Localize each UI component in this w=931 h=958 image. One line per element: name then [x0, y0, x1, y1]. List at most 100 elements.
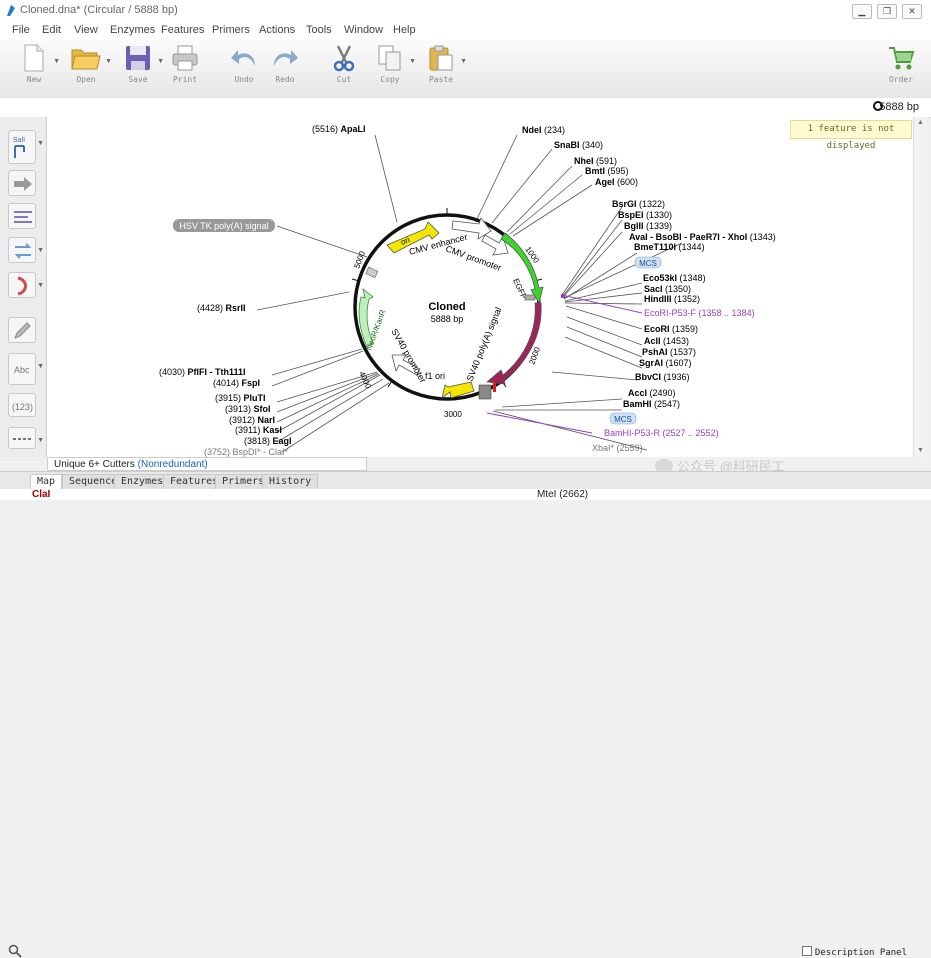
site-bamhi[interactable]: BamHI (2547) — [623, 399, 680, 409]
site-bspei[interactable]: BspEI (1330) — [618, 210, 672, 220]
site-xbai[interactable]: XbaI* (2559) — [592, 443, 643, 453]
tab-map[interactable]: Map — [30, 474, 63, 489]
site-bglii[interactable]: BglII (1339) — [624, 221, 672, 231]
bamhi-marker[interactable] — [493, 382, 496, 392]
menu-file[interactable]: File — [12, 24, 30, 36]
primer-ecori-p53-f[interactable]: EcoRI-P53-F (1358 .. 1384) — [644, 308, 755, 318]
chevron-down-icon[interactable]: ▼ — [37, 363, 44, 370]
maximize-button[interactable]: ❐ — [877, 4, 897, 19]
chevron-down-icon[interactable]: ▼ — [37, 282, 44, 289]
arrow-right-button[interactable] — [8, 170, 36, 196]
site-sfoi[interactable]: (3913) SfoI — [225, 404, 271, 414]
site-eagi[interactable]: (3818) EagI — [244, 436, 292, 446]
site-bmti[interactable]: BmtI (595) — [585, 166, 629, 176]
menu-edit[interactable]: Edit — [42, 24, 61, 36]
tab-history[interactable]: History — [262, 474, 319, 489]
site-avai-xhoi[interactable]: AvaI - BsoBI - PaeR7I - XhoI (1343) — [629, 232, 776, 242]
scroll-up-icon[interactable]: ▲ — [914, 117, 927, 129]
site-acci[interactable]: AccI (2490) — [628, 388, 676, 398]
site-nari[interactable]: (3912) NarI — [229, 415, 275, 425]
site-fspi[interactable]: (4014) FspI — [213, 378, 260, 388]
site-nhei[interactable]: NheI (591) — [574, 156, 617, 166]
hsv-tk-block[interactable] — [365, 266, 379, 279]
minimize-button[interactable]: ▁ — [852, 4, 872, 19]
tab-enzymes[interactable]: Enzymes — [114, 474, 171, 489]
hidden-feature-notice[interactable]: 1 feature is not displayed — [790, 120, 912, 151]
site-ndei[interactable]: NdeI (234) — [522, 125, 565, 135]
site-ecori[interactable]: EcoRI (1359) — [644, 324, 698, 334]
site-pflfi-tth111i[interactable]: (4030) PflFI - Tth111I — [159, 367, 246, 377]
undo-button[interactable]: Undo — [224, 44, 264, 94]
mcs-label-bottom: MCS — [614, 415, 632, 424]
menu-enzymes[interactable]: Enzymes — [110, 24, 155, 36]
chevron-down-icon[interactable]: ▼ — [157, 58, 164, 65]
menu-features[interactable]: Features — [161, 24, 204, 36]
menu-view[interactable]: View — [74, 24, 98, 36]
site-sgrai[interactable]: SgrAI (1607) — [639, 358, 692, 368]
ecori-primer-marker[interactable] — [561, 294, 565, 298]
menu-primers[interactable]: Primers — [212, 24, 250, 36]
plasmid-map[interactable]: 1000 2000 3000 4000 5000 ori CMV enhance… — [47, 117, 913, 457]
site-pshai[interactable]: PshAI (1537) — [642, 347, 696, 357]
menu-window[interactable]: Window — [344, 24, 383, 36]
site-rsrii[interactable]: (4428) RsrII — [197, 303, 246, 313]
enzyme-choose-button[interactable]: SalI ▼ — [8, 130, 44, 164]
copy-button[interactable]: Copy ▼ — [370, 44, 416, 94]
chevron-down-icon[interactable]: ▼ — [53, 58, 60, 65]
rotate-button[interactable]: ▼ — [8, 272, 44, 298]
plasmid-map-view[interactable]: 1000 2000 3000 4000 5000 ori CMV enhance… — [47, 117, 913, 457]
chevron-down-icon[interactable]: ▼ — [37, 437, 44, 444]
cut-button[interactable]: Cut — [324, 44, 364, 94]
close-button[interactable]: ✕ — [902, 4, 922, 19]
redo-button[interactable]: Redo — [265, 44, 305, 94]
ruler-button[interactable]: ▼ — [8, 427, 44, 449]
chevron-down-icon[interactable]: ▼ — [37, 247, 44, 254]
site-hindiii[interactable]: HindIII (1352) — [644, 294, 700, 304]
open-button[interactable]: Open ▼ — [66, 44, 112, 94]
site-agei[interactable]: AgeI (600) — [595, 177, 638, 187]
chevron-down-icon[interactable]: ▼ — [460, 58, 467, 65]
paste-button[interactable]: Paste ▼ — [421, 44, 467, 94]
site-bbvci[interactable]: BbvCI (1936) — [635, 372, 690, 382]
sv40-polya-block[interactable] — [478, 384, 492, 400]
align-lines-icon — [14, 211, 32, 223]
print-button[interactable]: Print — [165, 44, 205, 94]
dash-line-icon — [13, 438, 33, 440]
site-bmet110i[interactable]: BmeT110I (1344) — [634, 242, 705, 252]
description-panel-toggle[interactable]: Description Panel — [801, 946, 907, 958]
save-button[interactable]: Save ▼ — [118, 44, 164, 94]
mcs-region-block[interactable] — [524, 294, 536, 301]
chevron-down-icon[interactable]: ▼ — [105, 58, 112, 65]
new-button[interactable]: New ▼ — [14, 44, 60, 94]
site-bsrgi[interactable]: BsrGI (1322) — [612, 199, 665, 209]
scroll-down-icon[interactable]: ▼ — [914, 445, 927, 457]
align-button[interactable] — [8, 203, 36, 229]
enzyme-set-selector[interactable]: Unique 6+ Cutters (Nonredundant) — [47, 457, 367, 471]
site-bspdi-clai[interactable]: (3752) BspDI* - ClaI* — [204, 447, 289, 457]
menu-tools[interactable]: Tools — [306, 24, 332, 36]
search-icon[interactable] — [8, 944, 22, 958]
menu-actions[interactable]: Actions — [259, 24, 295, 36]
site-saci[interactable]: SacI (1350) — [644, 284, 691, 294]
site-snabi[interactable]: SnaBI (340) — [554, 140, 603, 150]
site-kasi[interactable]: (3911) KasI — [235, 425, 282, 435]
site-pluti[interactable]: (3915) PluTI — [215, 393, 266, 403]
primer-bamhi-p53-r[interactable]: BamHI-P53-R (2527 .. 2552) — [604, 428, 719, 438]
site-acli[interactable]: AclI (1453) — [644, 336, 689, 346]
menu-help[interactable]: Help — [393, 24, 416, 36]
description-panel-checkbox[interactable] — [801, 946, 812, 956]
swap-button[interactable]: ▼ — [8, 237, 44, 263]
numbers-label: (123) — [12, 402, 33, 412]
site-apali[interactable]: (5516) ApaLI — [312, 124, 366, 134]
text-button[interactable]: Abc ▼ — [8, 353, 44, 385]
edit-pen-button[interactable] — [8, 317, 36, 343]
site-eco53ki[interactable]: Eco53kI (1348) — [643, 273, 706, 283]
undo-icon — [231, 50, 255, 66]
bottom-left-site: ClaI — [32, 489, 51, 500]
number-button[interactable]: (123) — [8, 393, 36, 417]
order-button[interactable]: Order — [881, 44, 921, 94]
chevron-down-icon[interactable]: ▼ — [37, 140, 44, 147]
chevron-down-icon[interactable]: ▼ — [409, 58, 416, 65]
map-scrollbar[interactable]: ▲ ▼ — [913, 117, 927, 457]
enzyme-set-mode[interactable]: (Nonredundant) — [138, 459, 208, 470]
